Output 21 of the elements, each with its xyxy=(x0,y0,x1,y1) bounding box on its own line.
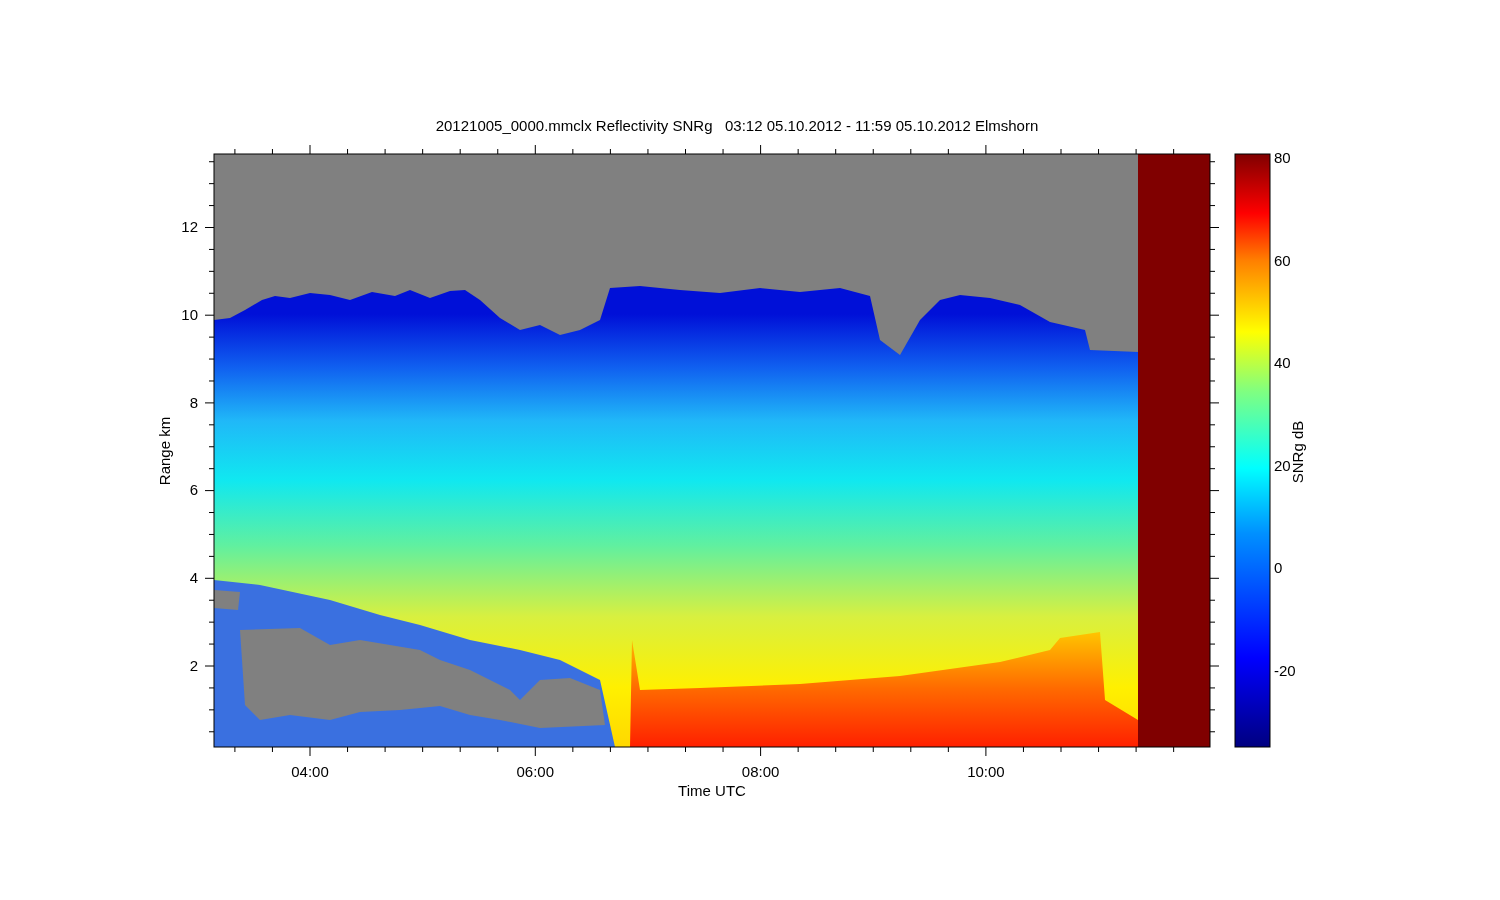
y-tick-label: 8 xyxy=(189,393,198,411)
colorbar-tick-label: -20 xyxy=(1274,662,1296,679)
y-tick-label: 2 xyxy=(189,657,198,674)
y-tick-label: 12 xyxy=(181,218,198,235)
colorbar-tick-label: 60 xyxy=(1274,251,1291,269)
x-tick-label: 10:00 xyxy=(967,763,1005,780)
y-axis-label: Range km xyxy=(156,416,173,486)
x-tick-label: 06:00 xyxy=(516,763,555,780)
colorbar-tick-label: 80 xyxy=(1274,149,1291,166)
colorbar-label: SNRg dB xyxy=(1289,420,1306,484)
colorbar-tick-label: 0 xyxy=(1274,559,1283,577)
y-tick-label: 6 xyxy=(189,481,198,499)
plot-title: 20121005_0000.mmclx Reflectivity SNRg 03:12 05.10.2012 - 11:59 05.10.2012 Elmshorn xyxy=(435,117,1039,134)
y-tick-label: 4 xyxy=(189,569,198,587)
colorbar-tick-label: 20 xyxy=(1274,456,1291,474)
no-data-area xyxy=(214,590,240,610)
x-axis-label: Time UTC xyxy=(678,782,746,799)
x-tick-label: 04:00 xyxy=(291,763,329,780)
colorbar-tick-label: 40 xyxy=(1274,354,1291,372)
y-tick-label: 10 xyxy=(181,305,198,323)
x-tick-label: 08:00 xyxy=(741,763,780,780)
